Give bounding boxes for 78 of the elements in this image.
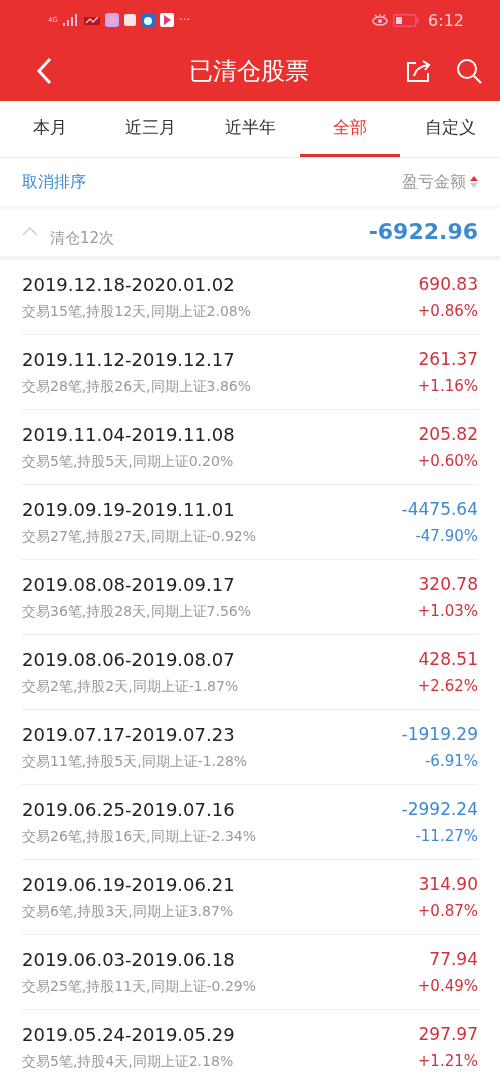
share-icon[interactable]	[406, 58, 432, 83]
trade-record[interactable]: 2019.11.04-2019.11.08 交易5笔,持股5天,同期上证0.20% 205.82 +0.60%	[22, 410, 478, 485]
holding-period: 2019.06.19-2019.06.21	[22, 873, 236, 895]
search-icon[interactable]	[456, 57, 482, 84]
profit-rate: +0.49%	[417, 977, 478, 995]
trade-detail: 交易27笔,持股27天,同期上证-0.92%	[22, 527, 258, 546]
period-tab[interactable]: 近半年	[200, 101, 300, 157]
eye-icon	[372, 14, 389, 26]
holding-period: 2019.11.04-2019.11.08	[22, 423, 236, 445]
trade-detail: 交易11笔,持股5天,同期上证-1.28%	[22, 752, 249, 771]
profit-amount: 314.90	[418, 874, 478, 894]
profit-amount: 77.94	[429, 949, 478, 969]
holding-period: 2019.06.25-2019.07.16	[22, 798, 236, 820]
page-title: 已清仓股票	[188, 55, 310, 87]
holding-period: 2019.09.19-2019.11.01	[22, 498, 236, 520]
trade-detail: 交易28笔,持股26天,同期上证3.86%	[22, 377, 252, 396]
profit-amount: 205.82	[418, 424, 478, 444]
profit-amount: 297.97	[418, 1024, 478, 1044]
cancel-sort-link[interactable]: 取消排序	[22, 171, 86, 193]
profit-amount: -2992.24	[401, 799, 478, 819]
trade-record[interactable]: 2019.11.12-2019.12.17 交易28笔,持股26天,同期上证3.86% 261.37 +1.16%	[22, 335, 478, 410]
trade-record[interactable]: 2019.05.24-2019.05.29 交易5笔,持股4天,同期上证2.18% 297.97 +1.21%	[22, 1010, 478, 1083]
trade-record[interactable]: 2019.09.19-2019.11.01 交易27笔,持股27天,同期上证-0.92% -4475.64 -47.90%	[22, 485, 478, 560]
profit-rate: +0.60%	[417, 452, 478, 470]
trade-record[interactable]: 2019.06.19-2019.06.21 交易6笔,持股3天,同期上证3.87% 314.90 +0.87%	[22, 860, 478, 935]
trade-detail: 交易15笔,持股12天,同期上证2.08%	[22, 302, 252, 321]
trade-detail: 交易2笔,持股2天,同期上证-1.87%	[22, 677, 240, 696]
sort-icon[interactable]	[470, 175, 478, 189]
trade-record[interactable]: 2019.06.03-2019.06.18 交易25笔,持股11天,同期上证-0.29% 77.94 +0.49%	[22, 935, 478, 1010]
profit-rate: +1.03%	[417, 602, 478, 620]
period-tab[interactable]: 本月	[0, 101, 100, 157]
holding-period: 2019.11.12-2019.12.17	[22, 348, 236, 370]
profit-rate: +1.16%	[417, 377, 478, 395]
trade-detail: 交易36笔,持股28天,同期上证7.56%	[22, 602, 252, 621]
back-icon[interactable]	[36, 56, 52, 85]
profit-amount: -4475.64	[401, 499, 478, 519]
profit-amount: 690.83	[418, 274, 478, 294]
total-profit: -6922.96	[368, 218, 478, 244]
app-icon	[123, 14, 136, 26]
profit-amount: 428.51	[418, 649, 478, 669]
profit-rate: +0.87%	[417, 902, 478, 920]
trade-record[interactable]: 2019.08.08-2019.09.17 交易36笔,持股28天,同期上证7.56% 320.78 +1.03%	[22, 560, 478, 635]
trade-detail: 交易5笔,持股4天,同期上证2.18%	[22, 1052, 235, 1071]
profit-rate: -11.27%	[415, 827, 478, 845]
holding-period: 2019.08.08-2019.09.17	[22, 573, 236, 595]
holding-period: 2019.08.06-2019.08.07	[22, 648, 236, 670]
period-tab[interactable]: 自定义	[400, 101, 500, 157]
trade-detail: 交易25笔,持股11天,同期上证-0.29%	[22, 977, 258, 996]
trade-record[interactable]: 2019.12.18-2020.01.02 交易15笔,持股12天,同期上证2.08% 690.83 +0.86%	[22, 260, 478, 335]
profit-rate: -6.91%	[424, 752, 478, 770]
period-tab[interactable]: 近三月	[100, 101, 200, 157]
trade-detail: 交易6笔,持股3天,同期上证3.87%	[22, 902, 235, 921]
profit-rate: +1.21%	[417, 1052, 478, 1070]
clock: 6:12	[428, 10, 464, 30]
profit-amount: 261.37	[418, 349, 478, 369]
period-tab[interactable]: 全部	[300, 101, 400, 157]
notification-icon	[83, 14, 100, 26]
app-icon	[104, 13, 119, 27]
trade-record[interactable]: 2019.06.25-2019.07.16 交易26笔,持股16天,同期上证-2.34% -2992.24 -11.27%	[22, 785, 478, 860]
app-icon	[140, 13, 155, 27]
battery-icon	[393, 13, 420, 27]
holding-period: 2019.05.24-2019.05.29	[22, 1023, 236, 1045]
trade-detail: 交易5笔,持股5天,同期上证0.20%	[22, 452, 235, 471]
profit-rate: +0.86%	[417, 302, 478, 320]
trade-record[interactable]: 2019.08.06-2019.08.07 交易2笔,持股2天,同期上证-1.87% 428.51 +2.62%	[22, 635, 478, 710]
profit-rate: +2.62%	[417, 677, 478, 695]
holding-period: 2019.07.17-2019.07.23	[22, 723, 236, 745]
holding-period: 2019.12.18-2020.01.02	[22, 273, 236, 295]
profit-amount: -1919.29	[401, 724, 478, 744]
signal-icon	[62, 14, 79, 26]
holding-period: 2019.06.03-2019.06.18	[22, 948, 236, 970]
profit-amount: 320.78	[418, 574, 478, 594]
more-notifications: ···	[178, 13, 191, 27]
trade-record[interactable]: 2019.07.17-2019.07.23 交易11笔,持股5天,同期上证-1.28% -1919.29 -6.91%	[22, 710, 478, 785]
app-icon	[159, 13, 174, 27]
profit-rate: -47.90%	[415, 527, 478, 545]
clearance-count: 清仓12次	[50, 228, 115, 248]
trade-detail: 交易26笔,持股16天,同期上证-2.34%	[22, 827, 258, 846]
